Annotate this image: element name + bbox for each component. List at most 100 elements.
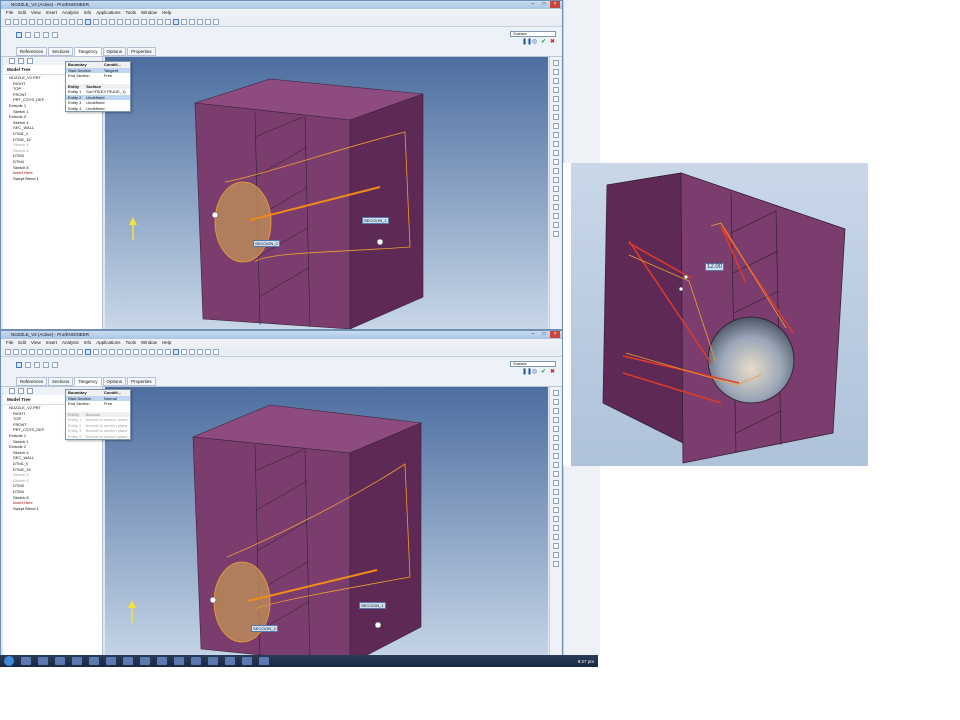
ok-icon[interactable]: ✔ bbox=[540, 369, 547, 376]
chamfer-tool-icon[interactable] bbox=[552, 204, 559, 210]
undo-icon[interactable] bbox=[45, 19, 51, 25]
table-row[interactable]: Entity 4 Undefined bbox=[66, 106, 130, 112]
shell-tool-icon[interactable] bbox=[552, 543, 559, 549]
copy-icon[interactable] bbox=[69, 19, 75, 25]
datum-axes-icon[interactable] bbox=[189, 349, 195, 355]
favorites-icon[interactable] bbox=[27, 58, 33, 64]
solid-icon[interactable] bbox=[16, 362, 22, 368]
no-hidden-icon[interactable] bbox=[165, 349, 171, 355]
open-icon[interactable] bbox=[13, 349, 19, 355]
shading-icon[interactable] bbox=[173, 19, 179, 25]
shell-tool-icon[interactable] bbox=[552, 213, 559, 219]
system-clock[interactable]: 8:27 pm bbox=[578, 659, 594, 664]
minimize-button[interactable]: – bbox=[528, 331, 538, 338]
drag-handle[interactable] bbox=[374, 621, 382, 629]
start-button[interactable] bbox=[4, 656, 14, 666]
orient-icon[interactable] bbox=[125, 349, 131, 355]
tab-options[interactable]: Options bbox=[102, 377, 127, 386]
drag-handle[interactable] bbox=[209, 596, 217, 604]
sketch-icon[interactable] bbox=[34, 362, 40, 368]
refit-icon[interactable] bbox=[117, 19, 123, 25]
taskbar-app-icon[interactable] bbox=[21, 657, 31, 665]
layers-icon[interactable] bbox=[141, 349, 147, 355]
wireframe-icon[interactable] bbox=[149, 19, 155, 25]
print-icon[interactable] bbox=[29, 19, 35, 25]
revolve-tool-icon[interactable] bbox=[552, 489, 559, 495]
tab-properties[interactable]: Properties bbox=[127, 377, 156, 386]
menu-tools[interactable]: Tools bbox=[126, 9, 137, 17]
menu-file[interactable]: File bbox=[6, 9, 13, 17]
new-icon[interactable] bbox=[5, 349, 11, 355]
taskbar-app-icon[interactable] bbox=[208, 657, 218, 665]
blend-tool-icon[interactable] bbox=[552, 507, 559, 513]
tab-references[interactable]: References bbox=[16, 47, 48, 56]
graphics-window[interactable]: SECCION_2 SECCION_1 bbox=[105, 387, 548, 664]
mirror-tool-icon[interactable] bbox=[552, 471, 559, 477]
tab-references[interactable]: References bbox=[16, 377, 48, 386]
menu-window[interactable]: Window bbox=[141, 339, 157, 347]
menu-file[interactable]: File bbox=[6, 339, 13, 347]
point-tool-icon[interactable] bbox=[552, 435, 559, 441]
orient-icon[interactable] bbox=[125, 19, 131, 25]
folder-icon[interactable] bbox=[18, 388, 24, 394]
circle-tool-icon[interactable] bbox=[552, 87, 559, 93]
taskbar-app-icon[interactable] bbox=[106, 657, 116, 665]
shading-icon[interactable] bbox=[173, 349, 179, 355]
ok-icon[interactable]: ✔ bbox=[540, 39, 547, 46]
wireframe-icon[interactable] bbox=[149, 349, 155, 355]
email-icon[interactable] bbox=[37, 19, 43, 25]
menu-window[interactable]: Window bbox=[141, 9, 157, 17]
tree-icon[interactable] bbox=[9, 58, 15, 64]
tree-icon[interactable] bbox=[9, 388, 15, 394]
datum-points-icon[interactable] bbox=[197, 19, 203, 25]
blend-tool-icon[interactable] bbox=[552, 177, 559, 183]
regenerate-icon[interactable] bbox=[85, 19, 91, 25]
arc-tool-icon[interactable] bbox=[552, 78, 559, 84]
maximize-button[interactable]: □ bbox=[539, 1, 549, 8]
tree-item[interactable]: Swept Blend 1 bbox=[3, 176, 102, 182]
sketch-tool-icon[interactable] bbox=[552, 390, 559, 396]
refit-icon[interactable] bbox=[117, 349, 123, 355]
taskbar-app-icon[interactable] bbox=[259, 657, 269, 665]
datum-points-icon[interactable] bbox=[197, 349, 203, 355]
round-tool-icon[interactable] bbox=[552, 195, 559, 201]
save-icon[interactable] bbox=[21, 349, 27, 355]
help-icon[interactable] bbox=[213, 349, 219, 355]
table-row[interactable]: Entity 1 Normal to section plane bbox=[66, 417, 130, 423]
line-tool-icon[interactable] bbox=[552, 399, 559, 405]
preview-icon[interactable]: ◎ bbox=[531, 369, 538, 376]
spline-tool-icon[interactable] bbox=[552, 426, 559, 432]
menu-info[interactable]: Info bbox=[84, 339, 92, 347]
menu-edit[interactable]: Edit bbox=[18, 339, 26, 347]
email-icon[interactable] bbox=[37, 349, 43, 355]
taskbar-app-icon[interactable] bbox=[55, 657, 65, 665]
tab-properties[interactable]: Properties bbox=[127, 47, 156, 56]
point-tool-icon[interactable] bbox=[552, 105, 559, 111]
datum-planes-icon[interactable] bbox=[181, 19, 187, 25]
drag-handle[interactable] bbox=[376, 238, 384, 246]
help-icon[interactable] bbox=[213, 19, 219, 25]
close-button[interactable]: × bbox=[550, 1, 560, 8]
spline-tool-icon[interactable] bbox=[552, 96, 559, 102]
preview-icon[interactable]: ◎ bbox=[531, 39, 538, 46]
pause-icon[interactable]: ❚❚ bbox=[522, 369, 532, 376]
round-tool-icon[interactable] bbox=[552, 525, 559, 531]
graphics-window[interactable]: SECCION_2 SECCION_1 bbox=[105, 57, 548, 329]
taskbar-app-icon[interactable] bbox=[89, 657, 99, 665]
tab-tangency[interactable]: Tangency bbox=[74, 377, 102, 386]
cancel-icon[interactable]: ✖ bbox=[549, 39, 556, 46]
zoom-out-icon[interactable] bbox=[109, 349, 115, 355]
thicken-icon[interactable] bbox=[52, 362, 58, 368]
table-row[interactable]: Entity 3 Normal to section plane bbox=[66, 428, 130, 434]
paste-icon[interactable] bbox=[77, 349, 83, 355]
drag-handle[interactable] bbox=[211, 211, 219, 219]
regenerate-icon[interactable] bbox=[85, 349, 91, 355]
hidden-line-icon[interactable] bbox=[157, 349, 163, 355]
tab-sections[interactable]: Sections bbox=[48, 377, 74, 386]
print-icon[interactable] bbox=[29, 349, 35, 355]
copy-icon[interactable] bbox=[69, 349, 75, 355]
repaint-icon[interactable] bbox=[93, 19, 99, 25]
close-button[interactable]: × bbox=[550, 331, 560, 338]
sweep-tool-icon[interactable] bbox=[552, 168, 559, 174]
menu-analysis[interactable]: Analysis bbox=[62, 339, 79, 347]
